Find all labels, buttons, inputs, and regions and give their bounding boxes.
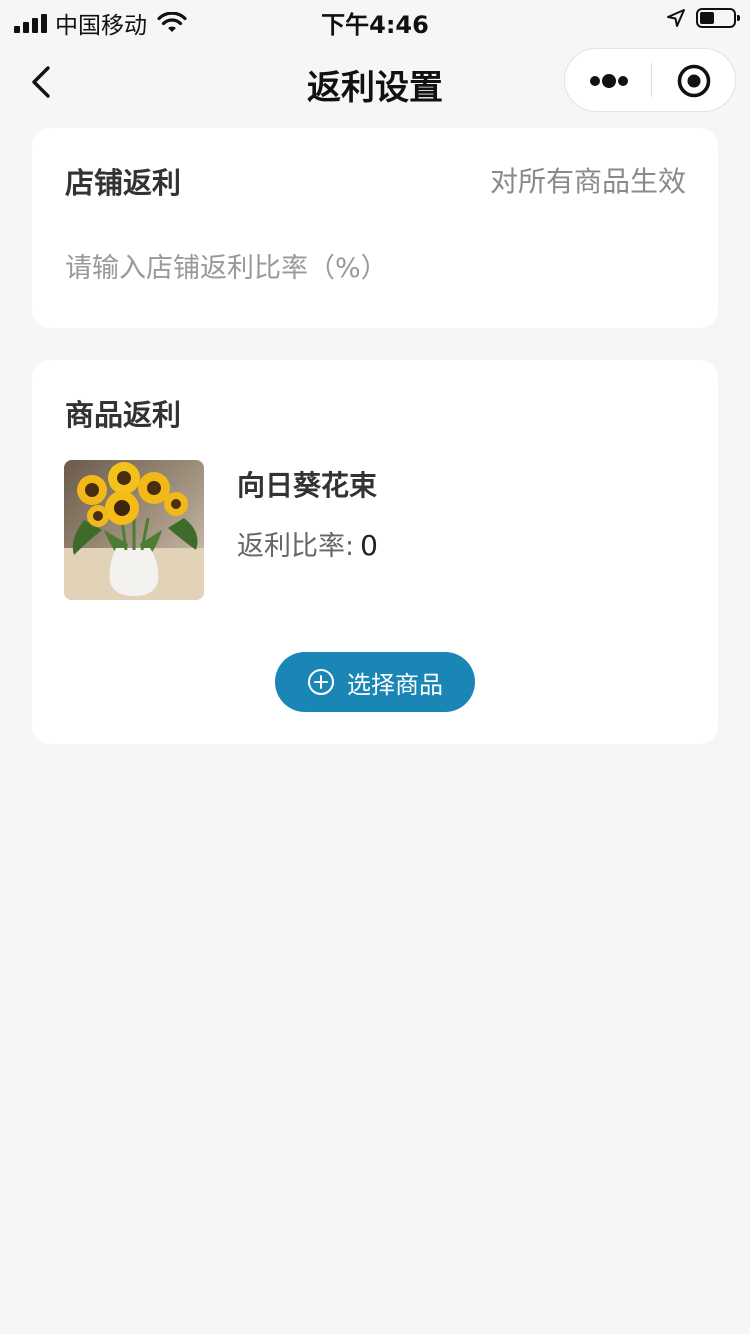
- store-rebate-card: 店铺返利 对所有商品生效: [32, 128, 718, 328]
- goods-rate-value: 0: [360, 529, 378, 562]
- battery-icon: [696, 8, 740, 28]
- plus-circle-icon: [307, 668, 335, 696]
- goods-name: 向日葵花束: [237, 469, 378, 502]
- target-circle-icon: [677, 64, 711, 98]
- goods-rebate-rate: 返利比率: 0: [237, 524, 378, 563]
- location-arrow-icon: [667, 9, 685, 27]
- close-mini-program-button[interactable]: [652, 49, 736, 111]
- select-goods-button[interactable]: 选择商品: [275, 652, 475, 712]
- status-right: [666, 8, 740, 28]
- select-goods-label: 选择商品: [347, 670, 443, 699]
- goods-rate-label: 返利比率:: [237, 531, 355, 562]
- goods-rebate-card: 商品返利 向日葵花束 返利比率: 0 选择商品: [32, 360, 718, 744]
- nav-bar: 返利设置: [0, 44, 750, 120]
- mini-program-capsule: [564, 48, 736, 112]
- more-button[interactable]: [565, 49, 651, 111]
- battery-level: [700, 12, 714, 24]
- sunflower-bouquet-image: [64, 460, 204, 600]
- status-bar: 中国移动 下午4:46: [0, 0, 750, 40]
- goods-image[interactable]: [64, 460, 204, 600]
- store-rebate-title: 店铺返利: [65, 166, 182, 200]
- more-dots-icon: [590, 74, 628, 88]
- goods-rebate-title: 商品返利: [65, 398, 182, 432]
- store-rebate-rate-input[interactable]: [65, 246, 665, 290]
- status-time: 下午4:46: [321, 11, 429, 39]
- store-rebate-hint: 对所有商品生效: [489, 165, 686, 198]
